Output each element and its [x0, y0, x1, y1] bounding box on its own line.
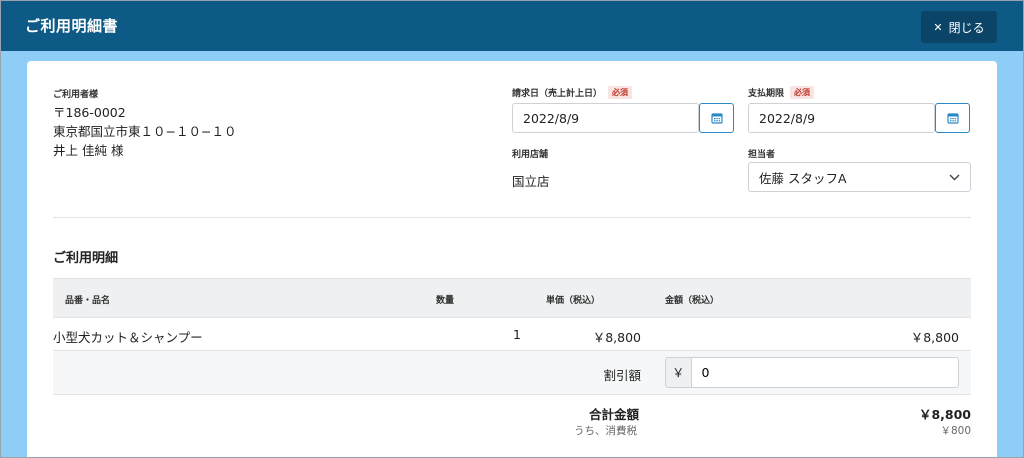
tax-label: うち、消費税: [574, 425, 637, 437]
total-value: ￥8,800: [918, 407, 971, 422]
statement-card: ご利用者様 〒186-0002 東京都国立市東１０−１０−１０ 井上 佳純 様 …: [27, 61, 997, 458]
billing-date-label-text: 請求日（売上計上日）: [512, 89, 603, 99]
column-header-amount: 金額（税込）: [665, 296, 720, 306]
customer-info: 〒186-0002 東京都国立市東１０−１０−１０ 井上 佳純 様: [53, 103, 236, 160]
payment-due-input[interactable]: [749, 110, 934, 126]
billing-date-label: 請求日（売上計上日） 必須: [512, 86, 633, 99]
calendar-icon: [946, 113, 959, 124]
total-label: 合計金額: [589, 407, 640, 422]
customer-postal: 〒186-0002: [53, 105, 126, 120]
calendar-icon: [710, 113, 723, 124]
discount-row: 割引額 ￥: [53, 351, 971, 395]
item-amount: ￥8,800: [910, 330, 959, 345]
section-divider: [53, 217, 971, 218]
required-badge: 必須: [608, 86, 633, 99]
payment-due-field[interactable]: [748, 103, 935, 133]
column-header-unit-price: 単価（税込）: [546, 296, 601, 306]
payment-due-calendar-button[interactable]: [935, 103, 970, 133]
chevron-down-icon: [949, 174, 960, 180]
payment-due-label-text: 支払期限: [748, 89, 785, 99]
page-title: ご利用明細書: [25, 17, 119, 35]
billing-date-calendar-button[interactable]: [699, 103, 734, 133]
close-icon: ✕: [933, 20, 943, 34]
item-unit-price: ￥8,800: [592, 330, 641, 345]
store-label: 利用店舗: [512, 147, 548, 160]
staff-label: 担当者: [748, 147, 775, 160]
required-badge: 必須: [790, 86, 815, 99]
yen-addon: ￥: [666, 358, 692, 387]
column-header-item: 品番・品名: [65, 296, 111, 306]
item-qty: 1: [513, 327, 521, 342]
app-header: ご利用明細書 ✕ 閉じる: [0, 0, 1024, 51]
details-title: ご利用明細: [53, 251, 119, 266]
staff-selected: 佐藤 スタッフA: [759, 170, 847, 186]
discount-input[interactable]: [691, 358, 958, 387]
discount-label: 割引額: [603, 368, 641, 383]
close-button[interactable]: ✕ 閉じる: [921, 11, 997, 43]
customer-label-text: ご利用者様: [53, 90, 99, 100]
discount-field[interactable]: ￥: [665, 357, 959, 388]
item-name: 小型犬カット＆シャンプー: [53, 330, 203, 345]
tax-value: ￥800: [940, 425, 971, 437]
store-label-text: 利用店舗: [512, 150, 549, 160]
close-button-label: 閉じる: [948, 20, 985, 35]
billing-date-field[interactable]: [512, 103, 699, 133]
table-header: 品番・品名 数量 単価（税込） 金額（税込）: [53, 278, 971, 318]
staff-label-text: 担当者: [748, 150, 776, 160]
staff-select[interactable]: 佐藤 スタッフA: [748, 162, 971, 192]
customer-label: ご利用者様: [53, 87, 98, 100]
billing-date-input[interactable]: [513, 110, 698, 126]
column-header-qty: 数量: [436, 296, 455, 306]
payment-due-label: 支払期限 必須: [748, 86, 815, 99]
customer-address: 東京都国立市東１０−１０−１０: [53, 124, 237, 139]
customer-name: 井上 佳純 様: [53, 143, 124, 158]
table-row: 小型犬カット＆シャンプー 1 ￥8,800 ￥8,800: [53, 318, 971, 351]
store-value: 国立店: [512, 174, 550, 189]
